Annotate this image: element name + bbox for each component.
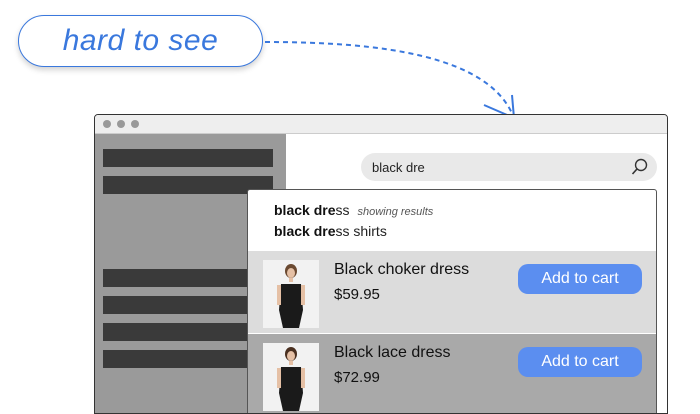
- product-price: $72.99: [334, 369, 380, 386]
- window-dot-icon[interactable]: [131, 120, 139, 128]
- suggestion-item[interactable]: black dress showing results: [274, 202, 433, 218]
- window-dot-icon[interactable]: [103, 120, 111, 128]
- suggestion-match: black dre: [274, 223, 336, 239]
- product-thumbnail[interactable]: [263, 260, 319, 328]
- add-to-cart-button[interactable]: Add to cart: [518, 264, 642, 294]
- suggestion-match: black dre: [274, 202, 336, 218]
- result-row[interactable]: Black choker dress $59.95 Add to cart: [248, 251, 656, 333]
- search-input[interactable]: black dre: [361, 153, 657, 181]
- suggestion-hint: showing results: [357, 206, 434, 218]
- add-to-cart-button[interactable]: Add to cart: [518, 347, 642, 377]
- suggestion-item[interactable]: black dress shirts: [274, 223, 387, 239]
- window-titlebar: [95, 115, 667, 134]
- suggestion-rest: ss: [335, 202, 350, 218]
- product-price: $59.95: [334, 286, 380, 303]
- autocomplete-dropdown: black dress showing results black dress s…: [247, 189, 657, 413]
- suggestion-rest: ss shirts: [335, 223, 387, 239]
- product-name[interactable]: Black choker dress: [334, 261, 469, 279]
- result-row[interactable]: Black lace dress $72.99 Add to cart: [248, 334, 656, 413]
- window-dot-icon[interactable]: [117, 120, 125, 128]
- search-icon[interactable]: [631, 158, 649, 176]
- product-name[interactable]: Black lace dress: [334, 344, 451, 362]
- browser-window: black dre black dress showing results bla…: [94, 114, 668, 414]
- sidebar-item[interactable]: [103, 149, 273, 167]
- search-query: black dre: [372, 160, 425, 175]
- product-thumbnail[interactable]: [263, 343, 319, 411]
